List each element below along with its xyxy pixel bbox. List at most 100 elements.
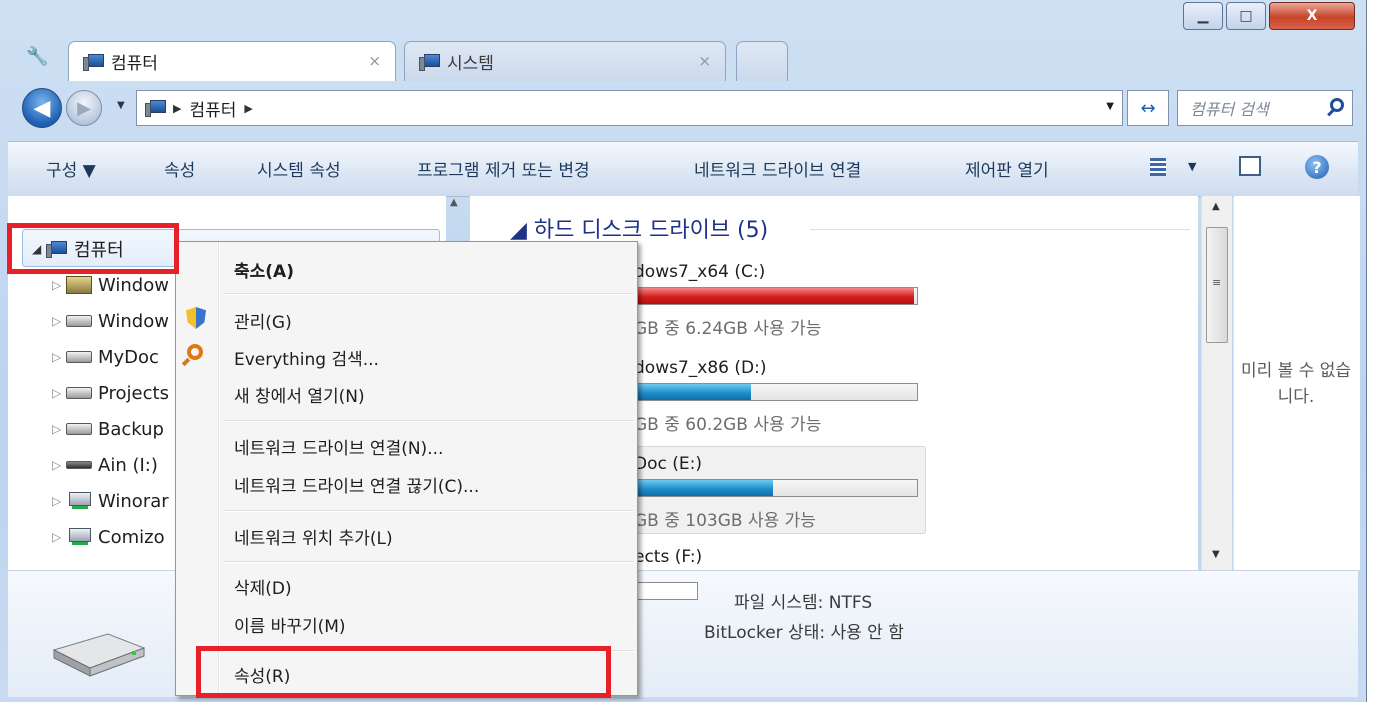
menu-item-add-network-location[interactable]: 네트워크 위치 추가(L): [234, 524, 393, 549]
usage-fill: [635, 288, 915, 304]
help-icon[interactable]: ?: [1305, 155, 1329, 179]
menu-item-manage[interactable]: 관리(G): [234, 308, 292, 333]
open-control-panel-button[interactable]: 제어판 열기: [965, 156, 1049, 181]
back-button[interactable]: ◀: [22, 88, 62, 128]
minimize-button[interactable]: ▁: [1183, 2, 1223, 30]
expand-arrow-icon[interactable]: ▷: [52, 314, 66, 328]
menu-item-open-new-window[interactable]: 새 창에서 열기(N): [234, 382, 365, 407]
scrollbar-grip-icon: ≡: [1212, 276, 1222, 289]
tree-item-network-drive[interactable]: ▷ Comizo: [52, 522, 165, 552]
system-properties-button[interactable]: 시스템 속성: [257, 156, 341, 181]
tree-item-drive[interactable]: ▷ MyDoc: [52, 342, 159, 372]
everything-search-icon: [187, 344, 203, 360]
computer-icon: [145, 100, 166, 117]
group-divider: [810, 229, 1190, 230]
removable-drive-icon: [66, 461, 92, 469]
expand-arrow-icon[interactable]: ▷: [52, 350, 66, 364]
menu-item-everything-search[interactable]: Everything 검색...: [234, 345, 379, 370]
network-drive-icon: [66, 492, 92, 510]
computer-icon: [83, 53, 104, 71]
tree-item-drive[interactable]: ▷ Window: [52, 270, 169, 300]
search-icon[interactable]: [1330, 98, 1344, 112]
drive-free-space: GB 중 60.2GB 사용 가능: [634, 415, 822, 435]
breadcrumb-arrow-icon[interactable]: ▶: [244, 102, 252, 115]
drive-usage-bar: [634, 383, 918, 401]
menu-separator: [224, 293, 634, 295]
tab-label: 시스템: [447, 54, 494, 74]
menu-separator: [224, 420, 634, 422]
detail-bitlocker: BitLocker 상태: 사용 안 함: [704, 623, 904, 643]
drive-name[interactable]: dows7_x86 (D:): [634, 358, 766, 378]
forward-button[interactable]: ▶: [66, 90, 102, 126]
maximize-button[interactable]: □: [1226, 2, 1266, 30]
address-bar[interactable]: ▶ 컴퓨터 ▶ ▼: [136, 90, 1123, 126]
tab-computer[interactable]: 컴퓨터 ×: [68, 41, 396, 81]
expand-arrow-icon[interactable]: ▷: [52, 278, 66, 292]
refresh-button[interactable]: ↔: [1127, 90, 1169, 126]
tree-item-label: Ain (I:): [98, 454, 158, 476]
organize-menu[interactable]: 구성 ▼: [46, 156, 96, 181]
tab-system[interactable]: 시스템 ×: [404, 41, 726, 81]
menu-item-delete[interactable]: 삭제(D): [234, 574, 292, 599]
tab-label: 컴퓨터: [111, 54, 158, 74]
breadcrumb-arrow-icon[interactable]: ▶: [173, 102, 181, 115]
close-icon[interactable]: ×: [698, 52, 711, 70]
drive-free-space: GB 중 103GB 사용 가능: [634, 511, 816, 531]
system-icon: [419, 53, 440, 71]
drive-name[interactable]: Doc (E:): [634, 454, 702, 474]
new-tab-button[interactable]: [736, 41, 788, 81]
drive-icon: [66, 315, 92, 327]
drive-icon: [66, 387, 92, 399]
preview-unavailable-text: 미리 볼 수 없습니다.: [1240, 361, 1352, 407]
drive-usage-bar: [634, 479, 918, 497]
preview-pane-toggle-icon[interactable]: [1239, 156, 1261, 176]
tree-item-label: Winorar: [98, 490, 169, 512]
map-network-drive-button[interactable]: 네트워크 드라이브 연결: [694, 156, 861, 181]
tree-item-drive[interactable]: ▷ Ain (I:): [52, 450, 158, 480]
address-history-dropdown[interactable]: ▼: [1106, 101, 1114, 112]
tree-item-drive[interactable]: ▷ Backup: [52, 414, 164, 444]
close-icon[interactable]: ×: [368, 52, 381, 70]
breadcrumb-computer[interactable]: 컴퓨터: [189, 96, 236, 121]
tree-item-label: MyDoc: [98, 346, 159, 368]
menu-separator: [224, 510, 634, 512]
usage-fill: [635, 480, 774, 496]
network-drive-icon: [66, 528, 92, 546]
highlight-box-properties: [196, 646, 611, 698]
drive-name[interactable]: ects (F:): [634, 547, 702, 567]
view-options-icon[interactable]: [1150, 158, 1166, 176]
tree-item-drive[interactable]: ▷ Window: [52, 306, 169, 336]
drive-usage-bar: [634, 287, 918, 305]
menu-item-disconnect-network-drive[interactable]: 네트워크 드라이브 연결 끊기(C)...: [234, 472, 479, 497]
expand-arrow-icon[interactable]: ▷: [52, 422, 66, 436]
menu-item-rename[interactable]: 이름 바꾸기(M): [234, 612, 346, 637]
drive-name[interactable]: dows7_x64 (C:): [634, 262, 765, 282]
view-dropdown[interactable]: ▼: [1188, 160, 1196, 173]
expand-arrow-icon[interactable]: ▷: [52, 386, 66, 400]
expand-arrow-icon[interactable]: ▷: [52, 530, 66, 544]
search-input[interactable]: 컴퓨터 검색: [1177, 90, 1353, 126]
drive-icon: [66, 351, 92, 363]
tree-item-network-drive[interactable]: ▷ Winorar: [52, 486, 169, 516]
menu-icon-gutter: [218, 242, 220, 695]
drive-free-space: GB 중 6.24GB 사용 가능: [634, 319, 822, 339]
tree-item-label: Backup: [98, 418, 164, 440]
wrench-icon[interactable]: 🔧: [26, 46, 48, 67]
system-drive-icon: [66, 276, 92, 294]
menu-item-collapse[interactable]: 축소(A): [234, 257, 294, 282]
menu-separator: [224, 561, 634, 563]
uninstall-program-button[interactable]: 프로그램 제거 또는 변경: [417, 156, 590, 181]
expand-arrow-icon[interactable]: ▷: [52, 494, 66, 508]
scroll-up-arrow-icon[interactable]: ▲: [1212, 201, 1220, 212]
close-window-button[interactable]: X: [1269, 2, 1355, 30]
menu-item-map-network-drive[interactable]: 네트워크 드라이브 연결(N)...: [234, 434, 443, 459]
expand-arrow-icon[interactable]: ▷: [52, 458, 66, 472]
recent-pages-dropdown[interactable]: ▼: [117, 100, 131, 114]
scroll-up-arrow-icon[interactable]: ▲: [450, 197, 458, 208]
drive-icon: [66, 423, 92, 435]
details-usage-bar: [634, 582, 698, 600]
scroll-down-arrow-icon[interactable]: ▼: [1212, 549, 1220, 560]
tree-item-drive[interactable]: ▷ Projects: [52, 378, 169, 408]
properties-button[interactable]: 속성: [164, 156, 195, 181]
group-heading-hard-disks[interactable]: ◢ 하드 디스크 드라이브 (5): [510, 212, 768, 244]
